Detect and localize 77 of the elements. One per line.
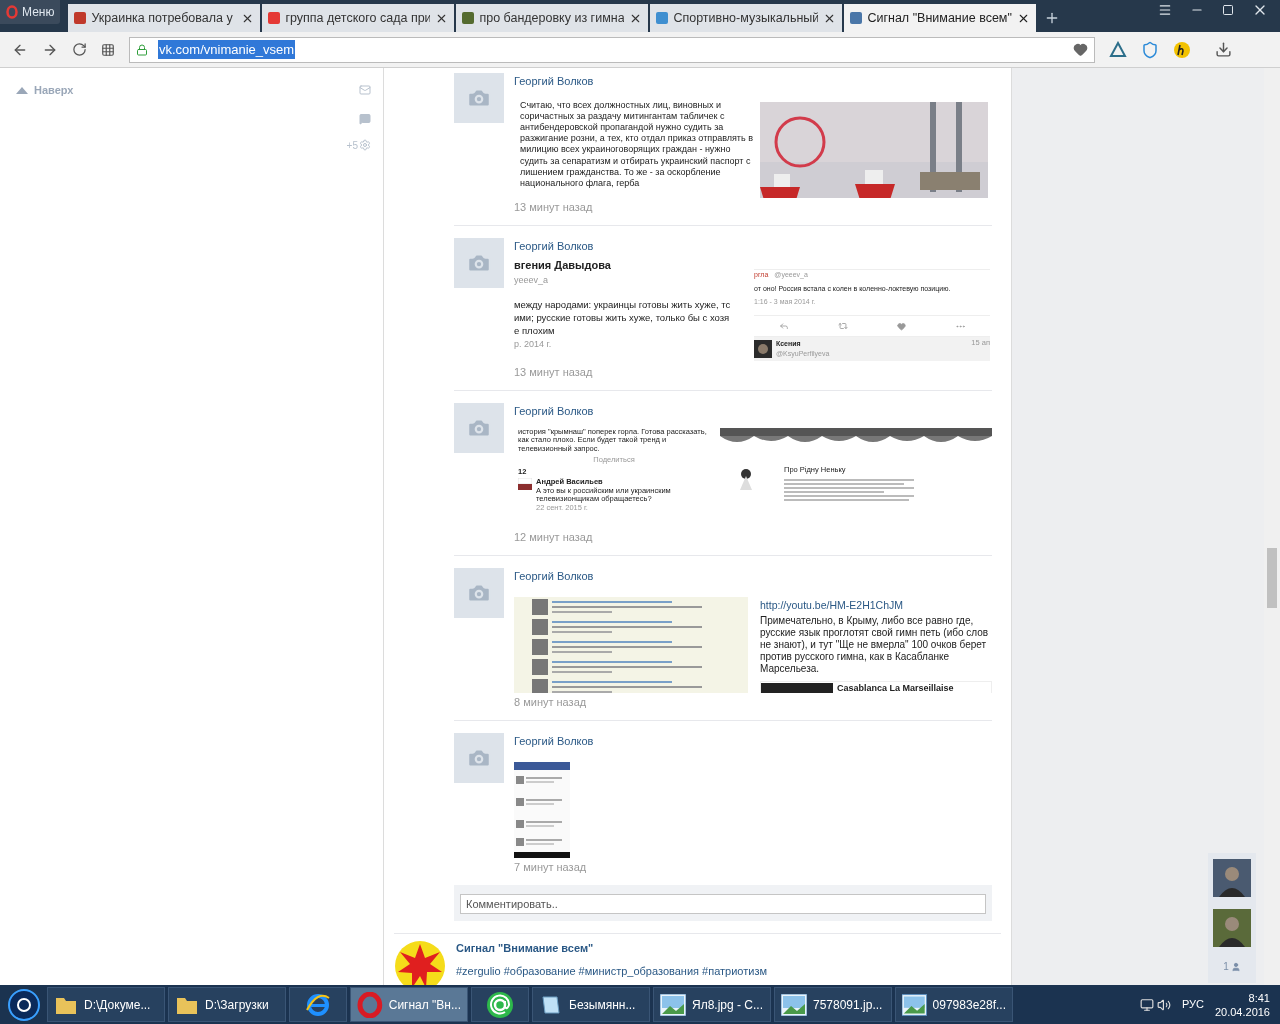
author-name[interactable]: Георгий Волков <box>514 568 992 585</box>
taskbar-button[interactable]: Ял8.jpg - С... <box>653 987 771 1022</box>
download-icon[interactable] <box>1215 41 1232 58</box>
counter-text: +5 <box>346 138 358 153</box>
browser-tab[interactable]: группа детского сада при <box>262 4 455 32</box>
attachment-text: между народами: украинцы готовы жить хуже, тс <box>514 298 732 311</box>
tab-title: Спортивно-музыкальный <box>673 9 819 27</box>
tab-title: про бандеровку из гимна <box>479 9 625 27</box>
attachment-text: Примечательно, в Крыму, либо все равно где, русские язык проглотят свой гимн петь (ибо слов не знают), и тут "Ще не вмерла" 100 очков берет против русского гимна, как в Касабланке Марсельеза. <box>760 614 990 675</box>
taskbar-button[interactable]: Сигнал "Вн... <box>350 987 468 1022</box>
bookmark-heart-icon[interactable] <box>1073 42 1088 57</box>
avatar-icon <box>754 340 772 358</box>
attachment-text: Считаю, что всех должностных лиц, виновных и соpичастных за раздачу митингантам табличек с антибендеровской пропагандой нужно судить за разжигание розни, а тех, кто отдал приказ отправлять в милицию всех украиноговорящих граждан - нужно судить за сепаратизм и отбирать украинский паспорт с лишением гражданства. То же - за оскорбление национального флага, герба <box>520 99 754 190</box>
shield-icon[interactable] <box>1141 40 1159 59</box>
reload-icon[interactable] <box>72 42 87 57</box>
attachment-text: ими; русские готовы жить хуже, только бы с хозя <box>514 311 731 324</box>
friend-avatar[interactable] <box>1213 909 1251 947</box>
tab-title: Украинка потребовала у <box>91 9 234 27</box>
taskbar-button[interactable]: D:\Докуме... <box>47 987 165 1022</box>
group-name[interactable]: Сигнал "Внимание всем" <box>456 940 767 957</box>
volume-icon[interactable] <box>1156 997 1171 1012</box>
extension-h-icon[interactable] <box>1173 40 1191 59</box>
browser-tab[interactable]: про бандеровку из гимна <box>456 4 649 32</box>
video-thumbnail-icon <box>761 682 833 693</box>
image-icon <box>660 993 686 1016</box>
comment-field[interactable]: Комментировать.. <box>460 894 986 914</box>
post-time: 13 минут назад <box>514 199 594 215</box>
post-time: 7 минут назад <box>514 859 588 875</box>
image-icon <box>902 993 927 1016</box>
opera-logo-icon <box>6 5 18 19</box>
attachment-text: вгения Давыдова <box>514 257 612 273</box>
speed-dial-icon[interactable] <box>101 42 115 57</box>
opera-o-icon <box>357 991 383 1018</box>
taskbar-button[interactable]: Безымянн... <box>532 987 650 1022</box>
menu-button[interactable]: Меню <box>0 0 61 24</box>
image-icon <box>781 993 807 1016</box>
taskbar-button[interactable] <box>289 987 347 1022</box>
at-sign-icon <box>486 990 514 1019</box>
clock-time: 8:41 <box>1248 990 1270 1005</box>
hashtags[interactable]: #zergulio #образование #министр_образования #патриотизм <box>456 962 767 979</box>
post-time: 13 минут назад <box>514 364 594 380</box>
browser-e-icon <box>305 991 331 1018</box>
author-name[interactable]: Георгий Волков <box>514 403 992 420</box>
tab-title: Сигнал "Внимание всем" <box>867 9 1013 27</box>
tab-menu-icon[interactable] <box>1158 3 1172 17</box>
author-name[interactable]: Георгий Волков <box>514 733 992 750</box>
browser-tab[interactable]: Сигнал "Внимание всем" <box>844 4 1037 32</box>
tab-title: группа детского сада при <box>285 9 431 27</box>
attachment-text: р. 2014 г. <box>514 337 553 351</box>
browser-tab[interactable]: Украинка потребовала у <box>68 4 261 32</box>
flag-icon <box>518 478 532 490</box>
user-icon <box>1230 961 1241 972</box>
taskbar-button[interactable] <box>471 987 529 1022</box>
video-title: Casablanca La Marseillaise <box>837 681 954 693</box>
attachment-text: е плохим <box>514 324 556 337</box>
taskbar-button[interactable]: D:\Загрузки <box>168 987 286 1022</box>
attachment-link[interactable]: http://youtu.be/HM-E2H1ChJM <box>760 598 992 611</box>
maximize-icon[interactable] <box>1222 4 1234 16</box>
post-time: 12 минут назад <box>514 529 594 545</box>
post-time: 8 минут назад <box>514 694 588 710</box>
taskbar-button[interactable]: 097983e28f... <box>895 987 1013 1022</box>
friend-avatar[interactable] <box>1213 859 1251 897</box>
network-icon[interactable] <box>1139 997 1154 1012</box>
lock-icon <box>136 43 148 56</box>
browser-tab[interactable]: Спортивно-музыкальный <box>650 4 843 32</box>
attachment-text: yeeev_a <box>514 274 550 287</box>
taskbar-button[interactable]: 7578091.jp... <box>774 987 892 1022</box>
clock-date: 20.04.2016 <box>1214 1004 1270 1019</box>
author-name[interactable]: Георгий Волков <box>514 238 992 255</box>
address-text: vk.com/vnimanie_vsem <box>158 39 296 60</box>
author-name[interactable]: Георгий Волков <box>514 73 992 90</box>
online-count: 1 <box>1223 960 1229 974</box>
up-triangle-icon <box>16 86 28 94</box>
address-field[interactable]: vk.com/vnimanie_vsem <box>129 36 1095 63</box>
like-icon[interactable] <box>896 321 906 331</box>
extension-icon[interactable] <box>1109 40 1127 59</box>
language-indicator[interactable]: РУС <box>1181 996 1204 1013</box>
